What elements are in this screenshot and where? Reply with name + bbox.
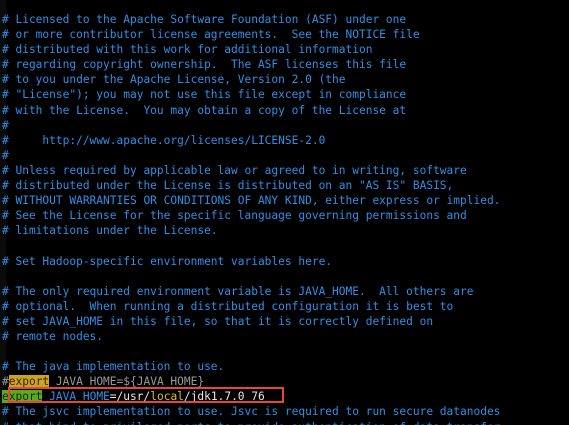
file-content: # Licensed to the Apache Software Founda…	[2, 12, 500, 425]
java-home-variable: JAVA_HOME	[49, 390, 110, 404]
path-segment-usr: /usr/	[116, 390, 151, 404]
comment-line: # that bind to privileged ports to provi…	[2, 420, 500, 425]
comment-line: # to you under the Apache License, Versi…	[2, 73, 346, 87]
comment-line	[2, 238, 500, 253]
comment-line: # with the License. You may obtain a cop…	[2, 103, 407, 117]
commented-assignment: JAVA_HOME=${JAVA_HOME}	[49, 375, 205, 389]
comment-line: # http://www.apache.org/licenses/LICENSE…	[2, 133, 326, 147]
comment-line: # "License"); you may not use this file …	[2, 88, 407, 102]
comment-line: # optional. When running a distributed c…	[2, 299, 454, 313]
comment-line: # The java implementation to use.	[2, 360, 225, 374]
comment-line: # See the License for the specific langu…	[2, 209, 467, 223]
export-keyword-active: export	[2, 390, 43, 404]
comment-line: # distributed with this work for additio…	[2, 43, 373, 57]
comment-line: # The jsvc implementation to use. Jsvc i…	[2, 405, 501, 419]
export-keyword: export	[8, 375, 50, 389]
comment-line: # Set Hadoop-specific environment variab…	[2, 254, 333, 268]
comment-hash: #	[2, 375, 9, 389]
path-segment-local: local	[150, 390, 184, 404]
comment-line: # or more contributor license agreements…	[2, 28, 420, 42]
comment-line: # limitations under the License.	[2, 224, 218, 238]
comment-line: # The only required environment variable…	[2, 284, 474, 298]
comment-line: # Licensed to the Apache Software Founda…	[2, 13, 407, 26]
comment-line: #	[2, 118, 9, 132]
comment-line: # Unless required by applicable law or a…	[2, 163, 467, 177]
commented-export-line: #export JAVA_HOME=${JAVA_HOME}	[2, 374, 500, 389]
comment-line	[2, 269, 500, 284]
comment-line	[2, 344, 500, 359]
comment-line: # regarding copyright ownership. The ASF…	[2, 58, 407, 72]
equals-sign: =	[109, 390, 117, 404]
comment-line: #	[2, 148, 9, 162]
comment-line: # distributed under the License is distr…	[2, 179, 454, 193]
active-export-line: export JAVA_HOME=/usr/local/jdk1.7.0_76	[2, 389, 500, 404]
terminal-editor[interactable]: # Licensed to the Apache Software Founda…	[0, 0, 569, 425]
comment-line: # WITHOUT WARRANTIES OR CONDITIONS OF AN…	[2, 194, 501, 208]
comment-line: # set JAVA_HOME in this file, so that it…	[2, 314, 434, 328]
path-segment-jdk: /jdk1.7.0_76	[183, 390, 265, 404]
comment-line: # remote nodes.	[2, 329, 104, 343]
